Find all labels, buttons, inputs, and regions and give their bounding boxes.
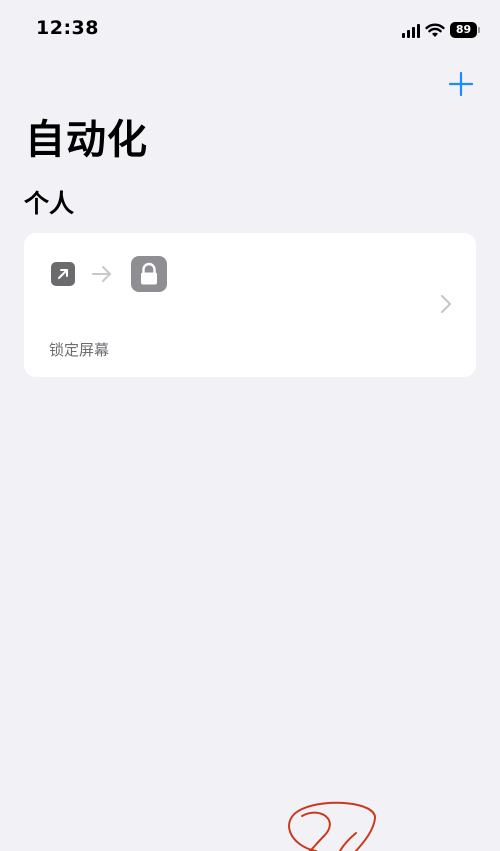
signal-icon [402,23,420,38]
battery-icon: 89 [450,22,477,38]
automation-label: 锁定屏幕 [49,341,110,359]
lock-icon [131,256,167,292]
status-time: 12:38 [36,17,99,39]
arrow-right-icon [92,266,111,282]
chevron-right-icon [441,295,451,313]
plus-icon[interactable] [449,72,473,96]
open-app-icon [51,262,75,286]
status-bar: 12:38 89 [0,0,500,56]
page-title: 自动化 [25,117,148,163]
wifi-icon [425,23,445,37]
status-icons: 89 [402,20,480,40]
section-title-personal: 个人 [24,189,75,218]
automation-card-lock-screen[interactable]: 锁定屏幕 [24,233,476,377]
annotation-scribble [288,801,377,851]
battery-tip [478,27,480,33]
